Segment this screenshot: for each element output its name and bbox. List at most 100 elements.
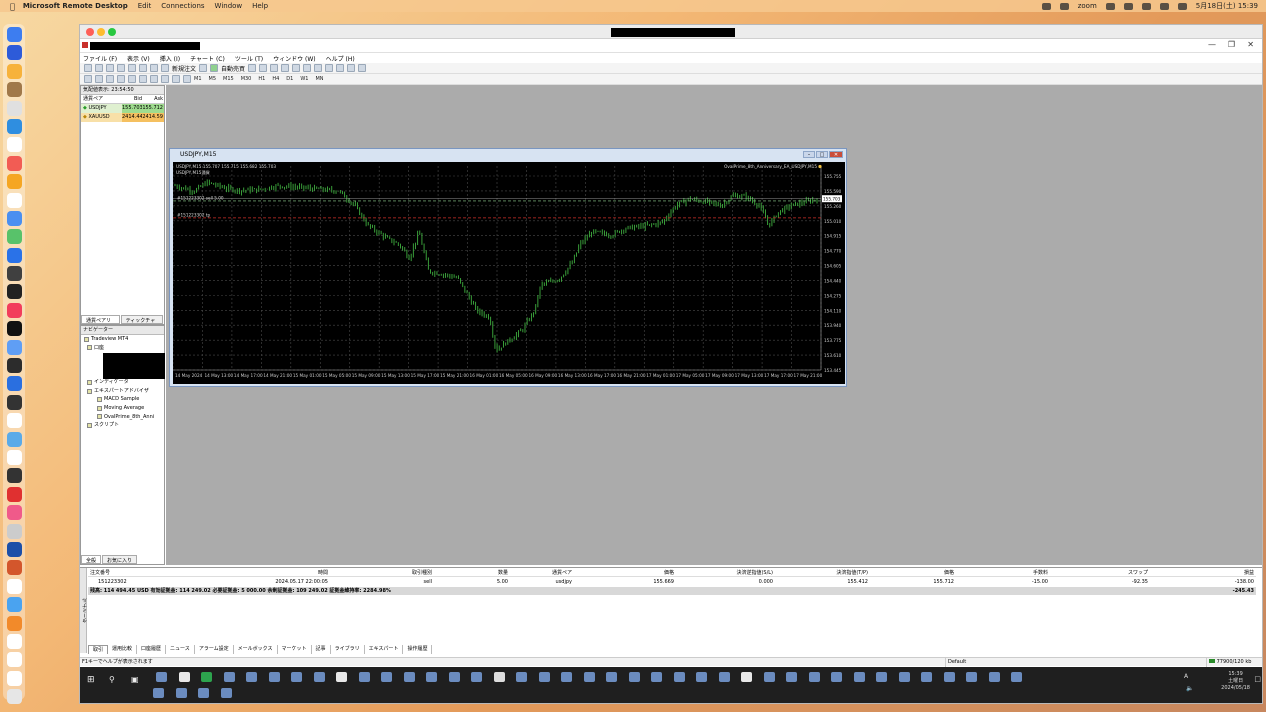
- text-icon[interactable]: [161, 75, 169, 83]
- minimize-window-button[interactable]: [97, 28, 105, 36]
- terminal-tab[interactable]: ライブラリ: [331, 645, 365, 654]
- tab-favorites[interactable]: お気に入り: [102, 555, 138, 564]
- app-icon[interactable]: [6, 284, 22, 300]
- task-view-icon[interactable]: ▣: [131, 675, 139, 684]
- terminal-tab[interactable]: 取引: [88, 645, 109, 654]
- crosshair-icon[interactable]: [95, 75, 103, 83]
- taskbar-app-icon[interactable]: [718, 672, 730, 682]
- mac-menu-connections[interactable]: Connections: [161, 2, 204, 10]
- taskbar-app-icon[interactable]: [696, 672, 707, 682]
- col-header[interactable]: 時間: [318, 569, 328, 577]
- search-icon[interactable]: [1159, 2, 1169, 10]
- zoom-out-icon[interactable]: [292, 64, 301, 72]
- candlestick-icon[interactable]: [259, 64, 268, 72]
- acrobat-icon[interactable]: [6, 486, 22, 502]
- windows-start-icon[interactable]: ⊞: [87, 675, 95, 685]
- taskbar-app-icon[interactable]: [291, 672, 302, 682]
- app-icon[interactable]: [6, 413, 22, 429]
- app-icon[interactable]: [6, 321, 22, 337]
- terminal-tab[interactable]: 運用比較: [108, 645, 138, 654]
- tab-symbols[interactable]: 通貨ペアリスト: [81, 315, 120, 331]
- auto-trade-button[interactable]: 自動売買: [221, 64, 245, 73]
- taskbar-app-icon[interactable]: [156, 672, 167, 682]
- col-header[interactable]: 手数料: [1033, 569, 1048, 577]
- timeframe-m30[interactable]: M30: [241, 76, 252, 82]
- taskbar-app-icon[interactable]: [606, 672, 617, 682]
- cloud-icon[interactable]: [1123, 2, 1133, 10]
- nav-experts[interactable]: エキスパートアドバイザ: [81, 387, 164, 396]
- taskbar-app-icon[interactable]: [741, 672, 752, 682]
- timeframe-h1[interactable]: H1: [258, 76, 265, 82]
- profile-name[interactable]: Default: [945, 658, 966, 667]
- menu-tools[interactable]: ツール (T): [235, 54, 263, 63]
- mac-status-icon[interactable]: [1041, 2, 1051, 10]
- nav-indicators[interactable]: インディケータ: [81, 378, 164, 387]
- document-icon[interactable]: [6, 652, 22, 668]
- mac-clock[interactable]: 5月18日(土) 15:39: [1196, 1, 1258, 11]
- tab-common[interactable]: 全般: [81, 555, 102, 564]
- taskbar-app-icon[interactable]: [313, 672, 325, 682]
- safari-icon[interactable]: [6, 615, 22, 631]
- vertical-line-icon[interactable]: [106, 75, 114, 83]
- arrows-icon[interactable]: [183, 75, 191, 83]
- terminal-icon[interactable]: [139, 64, 147, 72]
- zoom-status[interactable]: zoom: [1078, 2, 1097, 10]
- document-icon[interactable]: [6, 633, 22, 649]
- taskbar-app-icon[interactable]: [198, 688, 209, 698]
- terminal-tab[interactable]: マーケット: [278, 645, 312, 654]
- terminal-tab[interactable]: エキスパート: [365, 645, 404, 654]
- taskbar-app-icon[interactable]: [246, 672, 257, 682]
- control-center-icon[interactable]: [1177, 2, 1187, 10]
- zoom-in-icon[interactable]: [281, 64, 290, 72]
- terminal-tab[interactable]: 口座履歴: [137, 645, 167, 654]
- menu-help[interactable]: ヘルプ (H): [326, 54, 355, 63]
- finder-icon[interactable]: [6, 27, 22, 42]
- col-header[interactable]: 注文番号: [90, 569, 110, 577]
- bluetooth-icon[interactable]: [1105, 2, 1115, 10]
- app-icon[interactable]: [6, 578, 22, 594]
- taskbar-app-icon[interactable]: [651, 672, 662, 682]
- timeframe-h4[interactable]: H4: [272, 76, 279, 82]
- app-icon[interactable]: [6, 394, 22, 410]
- mac-menu-window[interactable]: Window: [215, 2, 243, 10]
- app-icon[interactable]: [6, 229, 22, 245]
- volume-icon[interactable]: 🔈: [1186, 685, 1193, 692]
- timeframe-d1[interactable]: D1: [286, 76, 293, 82]
- taskbar-app-icon[interactable]: [153, 688, 164, 698]
- col-ask[interactable]: Ask: [142, 95, 164, 103]
- templates-icon[interactable]: [358, 64, 367, 72]
- app-icon[interactable]: [6, 339, 22, 355]
- taskbar-app-icon[interactable]: [763, 672, 775, 682]
- taskbar-app-icon[interactable]: [220, 688, 232, 698]
- col-bid[interactable]: Bid: [122, 95, 142, 103]
- app-store-icon[interactable]: [6, 210, 22, 226]
- app-icon[interactable]: [6, 174, 22, 190]
- tester-icon[interactable]: [150, 64, 158, 72]
- channel-icon[interactable]: [139, 75, 147, 83]
- taskbar-app-icon[interactable]: [876, 672, 887, 682]
- market-watch-row[interactable]: ◆ XAUUSD 2414.44 2414.59: [81, 113, 164, 122]
- col-header[interactable]: 取引種別: [412, 569, 432, 577]
- taskbar-app-icon[interactable]: [358, 672, 370, 682]
- music-icon[interactable]: [6, 302, 22, 318]
- data-window-icon[interactable]: [117, 64, 125, 72]
- col-header[interactable]: 決済逆指値(S/L): [736, 569, 773, 577]
- price-chart[interactable]: 155.755 155.590 155.260 155.010 154.915 154.7…: [173, 162, 845, 384]
- taskbar-app-icon[interactable]: [471, 672, 482, 682]
- taskbar-app-icon[interactable]: [201, 672, 212, 682]
- menu-insert[interactable]: 挿入 (I): [160, 54, 180, 63]
- taskbar-app-icon[interactable]: [673, 672, 685, 682]
- app-icon[interactable]: [6, 192, 22, 208]
- taskbar-app-icon[interactable]: [403, 672, 415, 682]
- appletv-icon[interactable]: [6, 266, 22, 282]
- chart-maximize-icon[interactable]: □: [816, 151, 828, 158]
- timeframe-m15[interactable]: M15: [223, 76, 234, 82]
- chart-shift-icon[interactable]: [325, 64, 334, 72]
- taskbar-app-icon[interactable]: [493, 672, 505, 682]
- taskbar-app-icon[interactable]: [898, 672, 910, 682]
- connection-status[interactable]: 77900/120 kb: [1206, 658, 1251, 667]
- notification-icon[interactable]: □: [1254, 675, 1261, 683]
- taskbar-app-icon[interactable]: [943, 672, 955, 682]
- app-icon[interactable]: [6, 431, 22, 447]
- timeframe-m5[interactable]: M5: [209, 76, 217, 82]
